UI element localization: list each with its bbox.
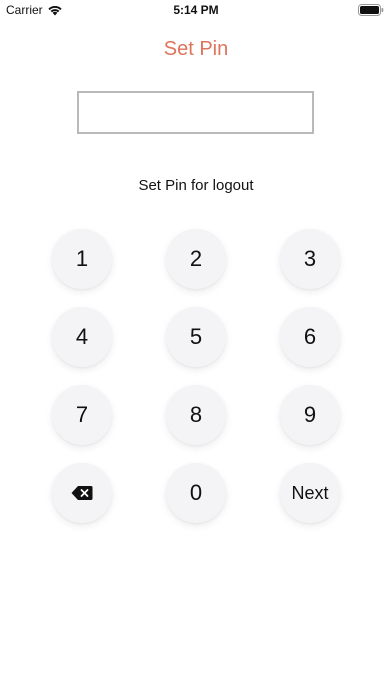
pin-input[interactable]: [77, 91, 314, 134]
backspace-button[interactable]: [52, 463, 112, 523]
key-5[interactable]: 5: [166, 307, 226, 367]
status-bar: Carrier 5:14 PM: [0, 0, 392, 22]
instruction-text: Set Pin for logout: [138, 177, 254, 194]
key-9[interactable]: 9: [280, 385, 340, 445]
page-title: Set Pin: [163, 38, 229, 60]
battery-icon: [358, 4, 384, 16]
key-0[interactable]: 0: [166, 463, 226, 523]
status-time: 5:14 PM: [173, 3, 219, 17]
key-2[interactable]: 2: [166, 229, 226, 289]
key-6[interactable]: 6: [280, 307, 340, 367]
backspace-icon: [71, 486, 93, 500]
key-4[interactable]: 4: [52, 307, 112, 367]
next-button[interactable]: Next: [280, 463, 340, 523]
key-1[interactable]: 1: [52, 229, 112, 289]
key-3[interactable]: 3: [280, 229, 340, 289]
key-7[interactable]: 7: [52, 385, 112, 445]
key-8[interactable]: 8: [166, 385, 226, 445]
